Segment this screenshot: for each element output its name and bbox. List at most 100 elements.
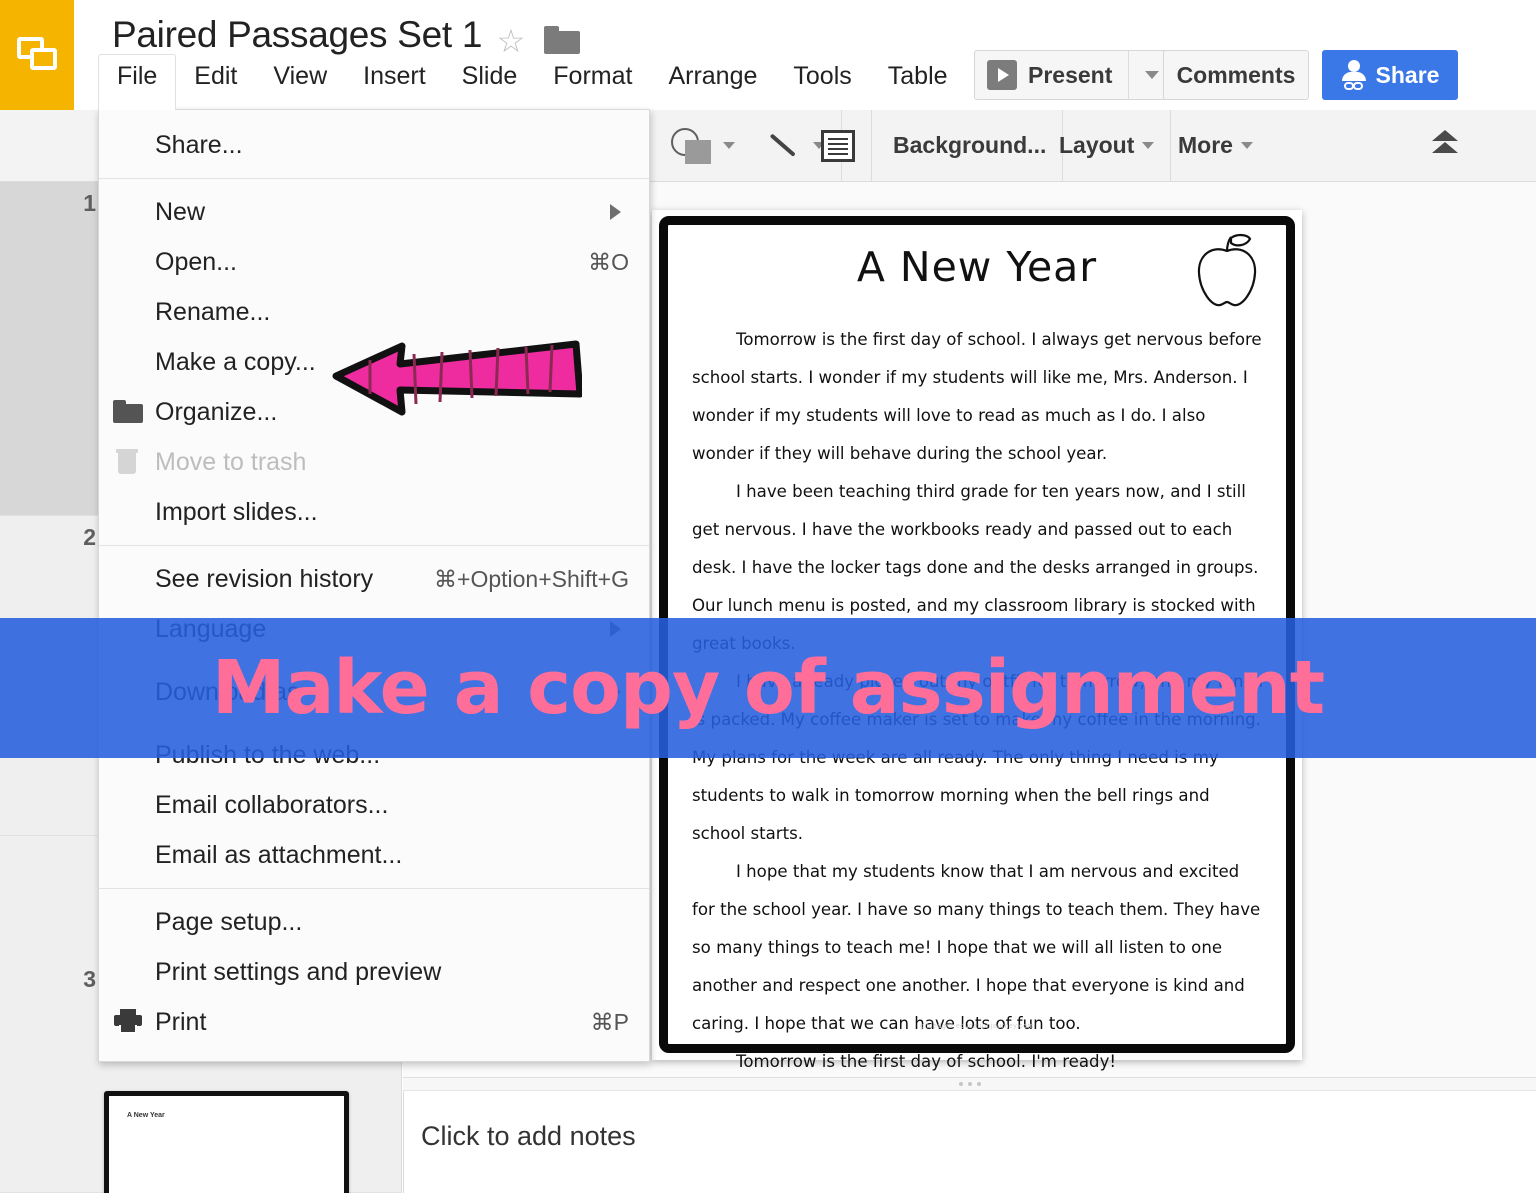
collapse-toolbar-icon[interactable]: [1426, 128, 1466, 164]
shape-icon: [671, 127, 715, 164]
slide-number: 3: [83, 966, 96, 992]
menu-item-label: Email collaborators...: [155, 790, 389, 819]
text-box-icon: [821, 129, 855, 162]
menu-item-shortcut: ⌘+Option+Shift+G: [434, 565, 629, 592]
menu-file[interactable]: File: [98, 54, 177, 110]
menu-item-label: Email as attachment...: [155, 840, 403, 869]
menu-separator: [99, 545, 649, 546]
chevron-down-icon[interactable]: [1142, 142, 1155, 149]
chevron-down-icon[interactable]: [723, 142, 735, 149]
menu-item-email-collaborators[interactable]: Email collaborators...: [99, 780, 649, 830]
notes-drag-handle[interactable]: [403, 1077, 1536, 1091]
menu-item-label: Print settings and preview: [155, 957, 442, 986]
slide-number: 2: [83, 524, 96, 550]
share-label: Share: [1375, 61, 1440, 88]
notes-placeholder: Click to add notes: [421, 1121, 636, 1151]
menu-tools[interactable]: Tools: [775, 54, 869, 110]
menu-item-label: Make a copy...: [155, 347, 316, 376]
drag-handle-icon: [958, 1082, 963, 1086]
menu-bar: File Edit View Insert Slide Format Arran…: [98, 54, 1053, 110]
layout-button[interactable]: Layout: [1043, 132, 1170, 159]
menu-item-import-slides[interactable]: Import slides...: [99, 487, 649, 537]
more-label: More: [1178, 132, 1233, 158]
passage-paragraph: Tomorrow is the first day of school. I a…: [692, 330, 1262, 463]
printer-icon: [113, 1009, 143, 1035]
menu-item-see-revision-history[interactable]: See revision history ⌘+Option+Shift+G: [99, 554, 649, 604]
menu-item-label: Print: [155, 1007, 207, 1036]
menu-separator: [99, 178, 649, 179]
text-box-button[interactable]: [805, 129, 871, 162]
thumbnail-title: A New Year: [127, 1112, 165, 1119]
background-button[interactable]: Background...: [877, 132, 1062, 159]
present-button-group: Present: [974, 50, 1176, 100]
menu-item-open[interactable]: Open... ⌘O: [99, 237, 649, 287]
passage-paragraph: Tomorrow is the first day of school. I'm…: [736, 1052, 1117, 1071]
menu-item-new[interactable]: New: [99, 187, 649, 237]
submenu-arrow-icon: [610, 204, 621, 220]
menu-item-label: Move to trash: [155, 447, 307, 476]
menu-separator: [99, 888, 649, 889]
annotation-banner-text: Make a copy of assignment: [211, 645, 1325, 731]
folder-icon: [113, 399, 143, 425]
annotation-banner: Make a copy of assignment: [0, 618, 1536, 758]
slide-thumbnail[interactable]: A New Year: [104, 1091, 349, 1193]
layout-label: Layout: [1059, 132, 1135, 158]
drag-handle-icon: [967, 1082, 972, 1086]
play-icon: [987, 60, 1017, 90]
menu-item-label: Import slides...: [155, 497, 318, 526]
toolbar-background-group: Background...: [877, 110, 1064, 181]
present-label: Present: [1028, 61, 1113, 88]
more-button[interactable]: More: [1162, 132, 1269, 159]
shape-button[interactable]: [655, 127, 751, 164]
slide-watermark: gildedgirl-educationjourney.com: [920, 1023, 1034, 1030]
apple-icon: [1197, 233, 1257, 307]
speaker-notes-pane[interactable]: Click to add notes: [403, 1091, 1536, 1193]
menu-item-label: Page setup...: [155, 907, 303, 936]
menu-slide[interactable]: Slide: [444, 54, 536, 110]
document-title[interactable]: Paired Passages Set 1: [112, 14, 482, 56]
app-header: Paired Passages Set 1 ☆ File Edit View I…: [0, 0, 1536, 110]
toolbar-textbox-group: [805, 110, 872, 181]
menu-format[interactable]: Format: [535, 54, 650, 110]
menu-item-print[interactable]: Print ⌘P: [99, 997, 649, 1047]
share-button[interactable]: Share: [1322, 50, 1458, 100]
passage-paragraph: I hope that my students know that I am n…: [692, 862, 1261, 1033]
menu-item-email-as-attachment[interactable]: Email as attachment...: [99, 830, 649, 880]
menu-item-label: Rename...: [155, 297, 271, 326]
background-label: Background...: [893, 132, 1047, 158]
toolbar-layout-group: Layout: [1043, 110, 1172, 181]
comments-button[interactable]: Comments: [1163, 50, 1309, 100]
toolbar-more-group: More: [1162, 110, 1269, 181]
menu-item-share[interactable]: Share...: [99, 120, 649, 170]
trash-icon: [113, 449, 143, 475]
menu-view[interactable]: View: [255, 54, 345, 110]
file-menu-dropdown[interactable]: Share... New Open... ⌘O Rename... Make a…: [98, 109, 650, 1062]
drag-handle-icon: [976, 1082, 981, 1086]
present-button[interactable]: Present: [975, 51, 1128, 99]
menu-item-shortcut: ⌘P: [590, 1008, 629, 1035]
menu-item-shortcut: ⌘O: [588, 248, 629, 275]
menu-edit[interactable]: Edit: [176, 54, 255, 110]
pink-arrow-icon: [332, 340, 582, 416]
slides-logo-icon: [17, 37, 57, 73]
menu-item-rename[interactable]: Rename...: [99, 287, 649, 337]
menu-arrange[interactable]: Arrange: [650, 54, 775, 110]
menu-item-label: Organize...: [155, 397, 278, 426]
line-icon: [767, 128, 805, 164]
chevron-down-icon[interactable]: [1240, 142, 1253, 149]
slides-logo-tile[interactable]: [0, 0, 74, 110]
share-person-link-icon: [1341, 60, 1367, 90]
menu-item-move-to-trash: Move to trash: [99, 437, 649, 487]
move-to-folder-icon[interactable]: [544, 26, 580, 54]
chevron-down-icon: [1144, 71, 1159, 79]
google-slides-window: Paired Passages Set 1 ☆ File Edit View I…: [0, 0, 1536, 1193]
slide-number: 1: [83, 190, 96, 216]
menu-item-label: Open...: [155, 247, 237, 276]
menu-item-label: See revision history: [155, 564, 374, 593]
menu-item-page-setup[interactable]: Page setup...: [99, 897, 649, 947]
menu-insert[interactable]: Insert: [345, 54, 444, 110]
star-outline-icon[interactable]: ☆: [494, 24, 528, 58]
menu-table[interactable]: Table: [870, 54, 966, 110]
menu-item-print-settings-and-preview[interactable]: Print settings and preview: [99, 947, 649, 997]
menu-item-label: New: [155, 197, 206, 226]
